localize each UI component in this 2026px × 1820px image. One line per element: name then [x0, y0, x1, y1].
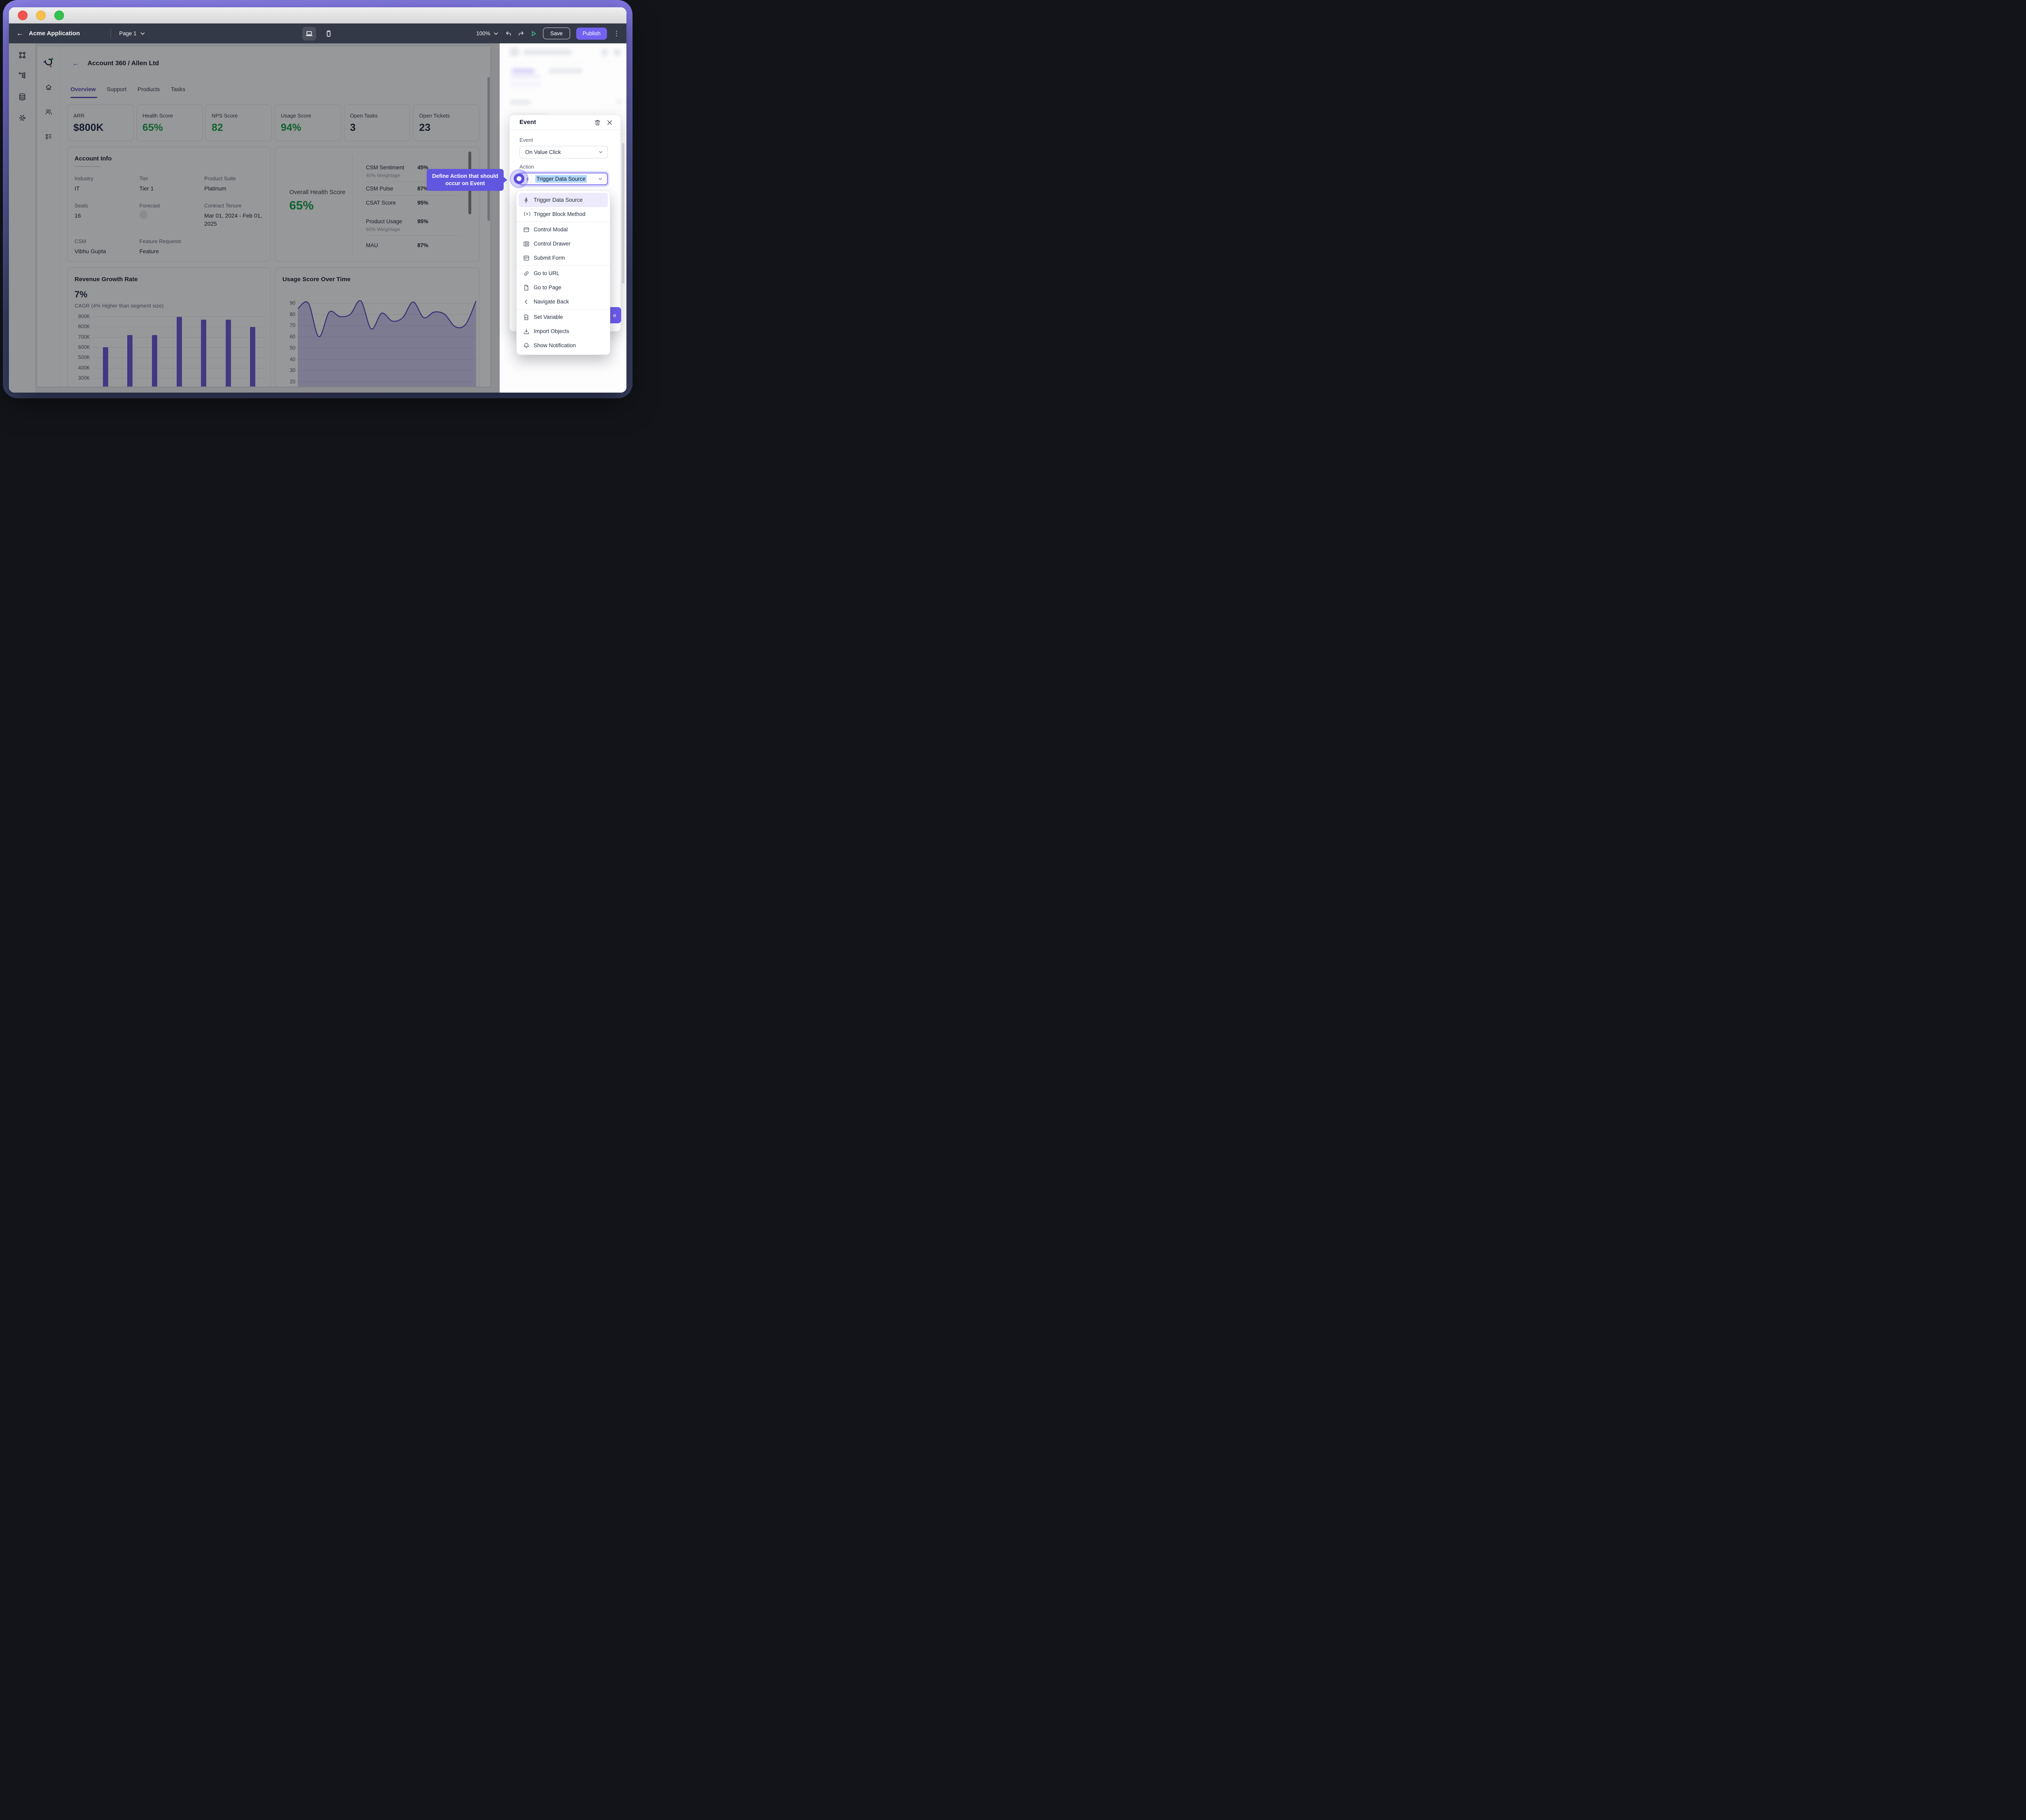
pulse-highlight-ring [514, 173, 524, 184]
dim-overlay [9, 43, 500, 393]
braces-icon: {x} [523, 211, 530, 218]
page-selector[interactable]: Page 1 [119, 30, 146, 37]
mobile-view-button[interactable] [322, 27, 336, 41]
page-icon [523, 284, 530, 291]
run-preview-icon[interactable] [530, 30, 537, 37]
event-field-label: Event [519, 137, 533, 143]
menu-item-go-to-url[interactable]: Go to URL [517, 266, 610, 280]
event-select[interactable]: On Value Click [519, 146, 608, 158]
zoom-level: 100% [476, 30, 490, 36]
chevron-left-icon [523, 299, 530, 305]
lightning-icon [523, 197, 530, 203]
menu-item-control-drawer[interactable]: Control Drawer [517, 237, 610, 251]
close-window-button[interactable] [18, 11, 28, 20]
save-button[interactable]: Save [543, 28, 570, 39]
menu-item-navigate-back[interactable]: Navigate Back [517, 295, 610, 309]
minimize-window-button[interactable] [36, 11, 46, 20]
link-icon [523, 270, 530, 277]
action-select[interactable]: Trigger Data Source [519, 173, 608, 185]
menu-item-submit-form[interactable]: Submit Form [517, 251, 610, 265]
publish-button[interactable]: Publish [576, 28, 607, 40]
chevron-down-icon [139, 30, 146, 37]
app-window: ← Acme Application Page 1 100% Save Publ… [9, 7, 626, 393]
chevron-down-icon [493, 30, 499, 37]
phone-icon [325, 30, 332, 37]
drawer-icon [523, 241, 530, 247]
variable-file-icon [523, 314, 530, 320]
zoom-level-control[interactable]: 100% [476, 30, 499, 37]
undo-icon[interactable] [505, 30, 512, 37]
action-field-label: Action [519, 164, 534, 170]
menu-divider [517, 265, 610, 266]
chevron-down-icon [598, 176, 603, 182]
back-arrow-icon[interactable]: ← [16, 30, 24, 37]
chevron-down-icon [598, 150, 603, 155]
desktop-view-button[interactable] [302, 27, 316, 41]
more-options-icon[interactable]: ⋮ [613, 30, 620, 38]
menu-item-import-objects[interactable]: Import Objects [517, 324, 610, 338]
menu-item-trigger-data-source[interactable]: Trigger Data Source [519, 193, 608, 207]
zoom-window-button[interactable] [54, 11, 64, 20]
close-icon[interactable] [606, 119, 613, 126]
app-title: Acme Application [29, 30, 80, 37]
menu-item-control-modal[interactable]: Control Modal [517, 222, 610, 237]
menu-item-show-notification[interactable]: Show Notification [517, 338, 610, 352]
modal-icon [523, 226, 530, 233]
popover-header: Event [510, 115, 620, 130]
form-icon [523, 255, 530, 261]
menu-item-set-variable[interactable]: Set Variable [517, 310, 610, 324]
download-icon [523, 328, 530, 335]
redo-icon[interactable] [518, 30, 524, 37]
menu-divider [517, 309, 610, 310]
trash-icon[interactable] [594, 119, 601, 126]
menu-item-trigger-block-method[interactable]: {x} Trigger Block Method [517, 207, 610, 221]
onboarding-tooltip: Define Action that should occur on Event [427, 169, 504, 191]
editor-toolbar: ← Acme Application Page 1 100% Save Publ… [9, 23, 626, 43]
panel-scrollbar[interactable] [622, 143, 624, 284]
selected-action-text: Trigger Data Source [535, 175, 587, 183]
action-dropdown-menu: Trigger Data Source {x} Trigger Block Me… [516, 190, 610, 355]
menu-item-go-to-page[interactable]: Go to Page [517, 280, 610, 295]
window-titlebar [9, 7, 626, 23]
laptop-icon [306, 30, 313, 37]
bell-icon [523, 342, 530, 349]
